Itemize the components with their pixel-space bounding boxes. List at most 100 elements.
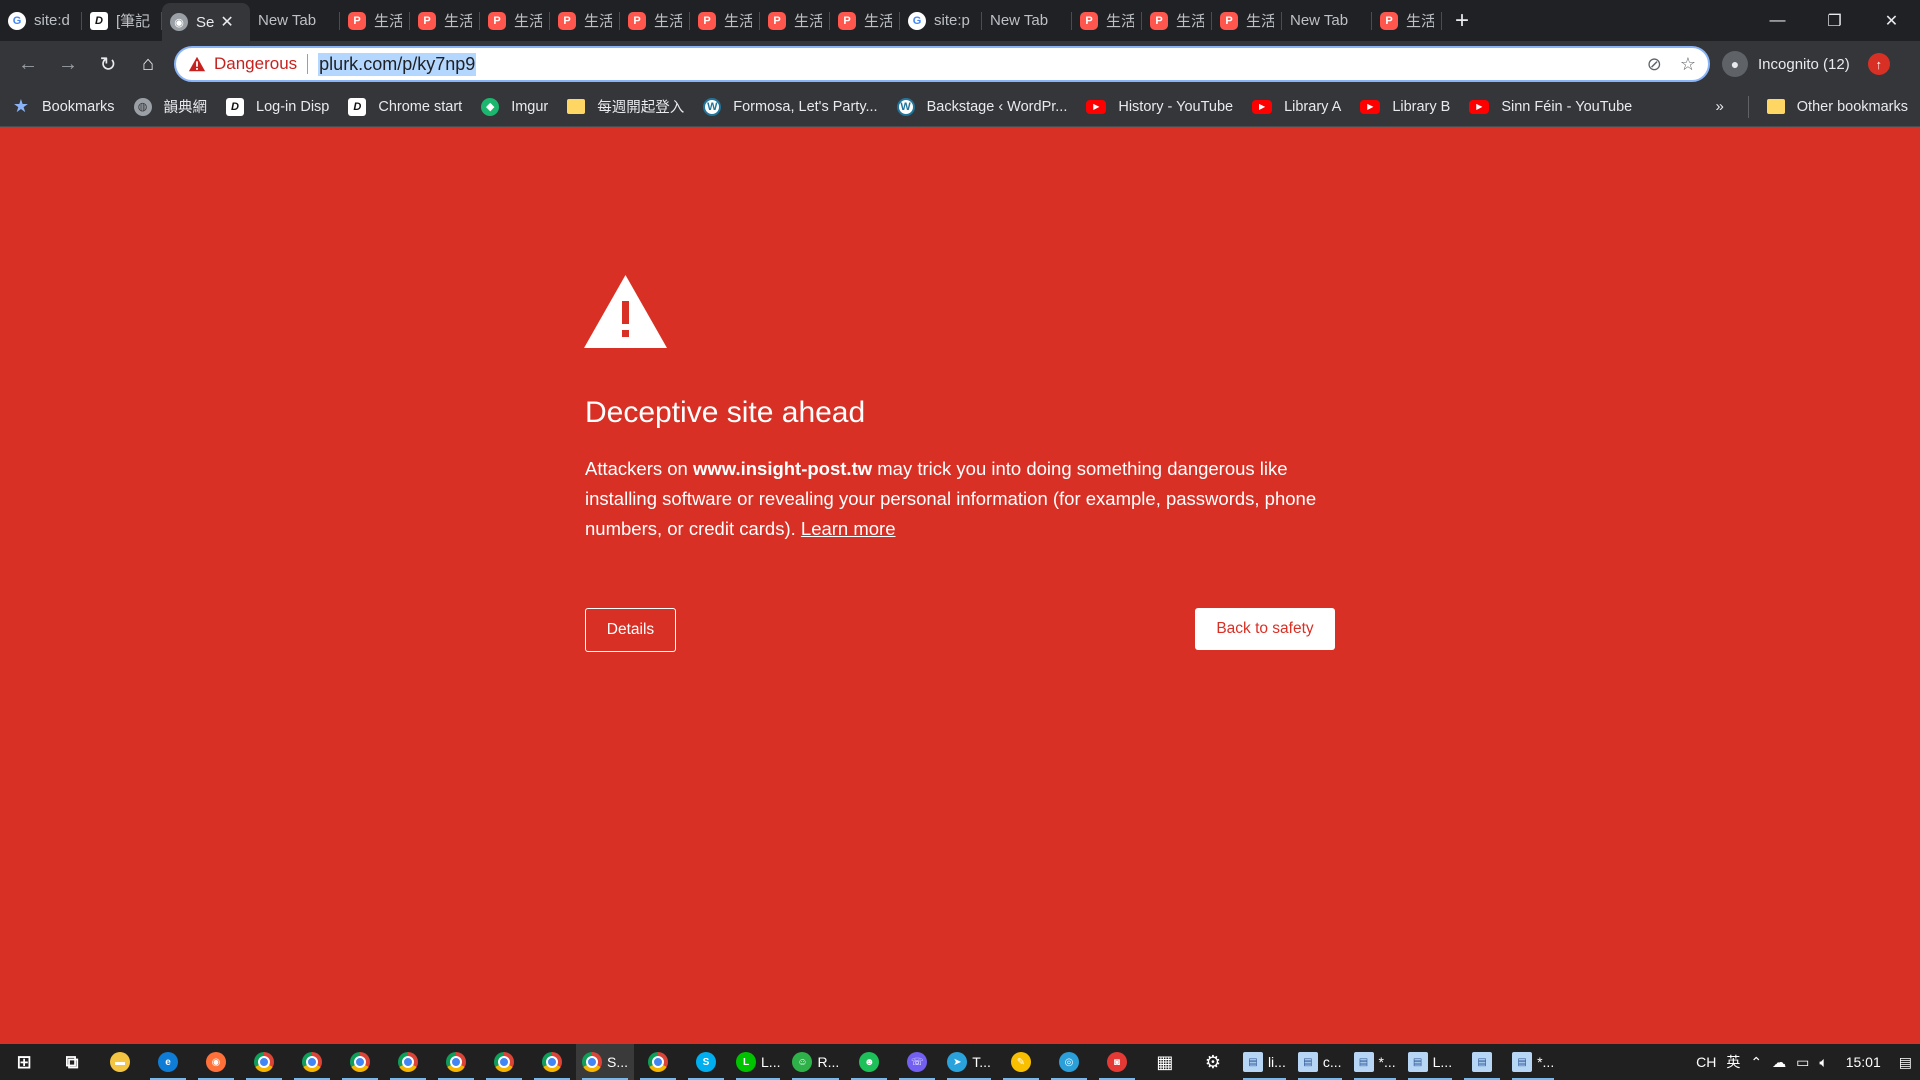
action-center-icon[interactable]: ▤: [1899, 1054, 1912, 1071]
taskbar-file-explorer-button[interactable]: ▬: [96, 1044, 144, 1080]
tab[interactable]: New Tab: [982, 0, 1072, 41]
taskbar-label: li...: [1267, 1054, 1286, 1070]
forward-icon[interactable]: →: [50, 46, 86, 82]
taskbar-start-button[interactable]: ⊞: [0, 1044, 48, 1080]
bookmark-item[interactable]: D Chrome start: [348, 97, 462, 116]
taskbar-people-button[interactable]: ☻: [845, 1044, 893, 1080]
tab[interactable]: P 生活: [1212, 0, 1282, 41]
minimize-icon[interactable]: —: [1749, 0, 1806, 41]
plurk-favicon-icon: P: [1150, 11, 1168, 30]
taskbar-chrome-button[interactable]: [634, 1044, 682, 1080]
taskbar-edge-button[interactable]: e: [144, 1044, 192, 1080]
taskbar-task-view-button[interactable]: ⧉: [48, 1044, 96, 1080]
tab[interactable]: P 生活: [1072, 0, 1142, 41]
taskbar-contacts-button[interactable]: ☺ R...: [786, 1044, 845, 1080]
taskbar-camera-button[interactable]: ◙: [1093, 1044, 1141, 1080]
taskbar-skype-button[interactable]: S: [682, 1044, 730, 1080]
tab[interactable]: New Tab: [1282, 0, 1372, 41]
ime-mode-indicator[interactable]: 英: [1726, 1052, 1740, 1072]
taskbar-chrome-button[interactable]: [480, 1044, 528, 1080]
tab[interactable]: P 生活: [340, 0, 410, 41]
taskbar-chrome-button[interactable]: [336, 1044, 384, 1080]
taskbar-notepad-button[interactable]: ▤ *...: [1506, 1044, 1560, 1080]
taskbar-line-button[interactable]: L L...: [730, 1044, 786, 1080]
third-party-cookies-blocked-icon[interactable]: ⊘: [1647, 54, 1662, 75]
taskbar-notepad-button[interactable]: ▤ L...: [1402, 1044, 1458, 1080]
address-bar[interactable]: Dangerous plurk.com/p/ky7np9 ⊘ ☆: [174, 46, 1710, 82]
other-bookmarks-folder[interactable]: Other bookmarks: [1766, 99, 1908, 115]
bookmark-item[interactable]: ▶ Sinn Féin - YouTube: [1469, 99, 1632, 115]
reload-icon[interactable]: ↻: [90, 46, 126, 82]
close-tab-icon[interactable]: ✕: [220, 12, 233, 32]
bookmark-item[interactable]: ▶ History - YouTube: [1086, 99, 1233, 115]
taskbar-notes-button[interactable]: ✎: [997, 1044, 1045, 1080]
taskbar-telegram-button[interactable]: ➤ T...: [941, 1044, 997, 1080]
tab[interactable]: New Tab: [250, 0, 340, 41]
restore-icon[interactable]: ❐: [1806, 0, 1863, 41]
tab[interactable]: P 生活: [620, 0, 690, 41]
battery-icon[interactable]: ▭: [1796, 1054, 1809, 1071]
tab-title: New Tab: [1290, 12, 1349, 29]
tab[interactable]: P 生活: [550, 0, 620, 41]
taskbar-chrome-button[interactable]: [384, 1044, 432, 1080]
bookmark-star-icon[interactable]: ☆: [1680, 54, 1696, 75]
tab[interactable]: Gsite:p: [900, 0, 982, 41]
plurk-favicon-icon: P: [488, 11, 506, 30]
volume-icon[interactable]: 🔈︎: [1819, 1054, 1827, 1071]
security-status-label[interactable]: Dangerous: [214, 54, 297, 74]
back-icon[interactable]: ←: [10, 46, 46, 82]
tab[interactable]: D [筆記: [82, 0, 162, 41]
taskbar-chrome-button[interactable]: [288, 1044, 336, 1080]
tab[interactable]: P 生活: [760, 0, 830, 41]
taskbar-notepad-button[interactable]: ▤ *...: [1348, 1044, 1402, 1080]
incognito-profile-button[interactable]: ● Incognito (12): [1722, 51, 1850, 77]
taskbar-label: c...: [1322, 1054, 1342, 1070]
tab[interactable]: P 生活: [410, 0, 480, 41]
url-text[interactable]: plurk.com/p/ky7np9: [318, 52, 477, 76]
tab[interactable]: P 生活: [480, 0, 550, 41]
taskbar-viber-button[interactable]: ☏: [893, 1044, 941, 1080]
taskbar-chrome-button[interactable]: [528, 1044, 576, 1080]
more-bookmarks-chevron-icon[interactable]: »: [1715, 98, 1723, 115]
tab[interactable]: P 生活: [830, 0, 900, 41]
taskbar-chrome-button[interactable]: [432, 1044, 480, 1080]
yt-bookmark-icon: ▶: [1086, 99, 1107, 114]
home-icon[interactable]: ⌂: [130, 46, 166, 82]
bookmark-item[interactable]: W Backstage ‹ WordPr...: [896, 97, 1067, 116]
new-tab-plus-icon[interactable]: +: [1442, 0, 1482, 41]
bookmark-item[interactable]: ▶ Library B: [1360, 99, 1450, 115]
back-to-safety-button[interactable]: Back to safety: [1195, 608, 1335, 650]
show-hidden-icons-icon[interactable]: ⌃: [1750, 1054, 1762, 1071]
tab[interactable]: P 生活: [1372, 0, 1442, 41]
taskbar-instagram-button[interactable]: ◎: [1045, 1044, 1093, 1080]
onedrive-icon[interactable]: ☁: [1772, 1054, 1786, 1071]
bookmark-item[interactable]: D Log-in Disp: [226, 97, 329, 116]
tab-active[interactable]: ◉ Se ✕: [162, 3, 250, 41]
tab-title: [筆記: [116, 13, 151, 30]
bookmark-item[interactable]: ★ Bookmarks: [12, 96, 115, 116]
update-icon[interactable]: ↑: [1867, 53, 1890, 75]
details-button[interactable]: Details: [585, 608, 676, 652]
bookmark-item[interactable]: ◍ 韻典網: [133, 96, 207, 117]
taskbar-notepad-button[interactable]: ▤ li...: [1237, 1044, 1292, 1080]
taskbar-notepad-button[interactable]: ▤ c...: [1292, 1044, 1348, 1080]
bookmark-item[interactable]: ▶ Library A: [1252, 99, 1341, 115]
tab[interactable]: P 生活: [690, 0, 760, 41]
taskbar-notepad-button[interactable]: ▤: [1458, 1044, 1506, 1080]
tab-title: New Tab: [990, 12, 1049, 29]
bookmark-label: Imgur: [511, 98, 549, 115]
taskbar-firefox-button[interactable]: ◉: [192, 1044, 240, 1080]
clock[interactable]: 15:01: [1846, 1054, 1881, 1070]
bookmark-item[interactable]: 每週開起登入: [567, 96, 684, 117]
bookmark-item[interactable]: W Formosa, Let's Party...: [703, 97, 878, 116]
taskbar-settings-button[interactable]: ⚙: [1189, 1044, 1237, 1080]
taskbar-clapper-button[interactable]: ▦: [1141, 1044, 1189, 1080]
language-indicator[interactable]: CH: [1696, 1054, 1716, 1070]
taskbar-chrome-button[interactable]: [240, 1044, 288, 1080]
tab[interactable]: P 生活: [1142, 0, 1212, 41]
learn-more-link[interactable]: Learn more: [801, 518, 896, 539]
tab[interactable]: Gsite:d: [0, 0, 82, 41]
taskbar-chrome-button[interactable]: S...: [576, 1044, 635, 1080]
close-window-icon[interactable]: ✕: [1863, 0, 1920, 41]
bookmark-item[interactable]: ◆ Imgur: [481, 97, 549, 116]
